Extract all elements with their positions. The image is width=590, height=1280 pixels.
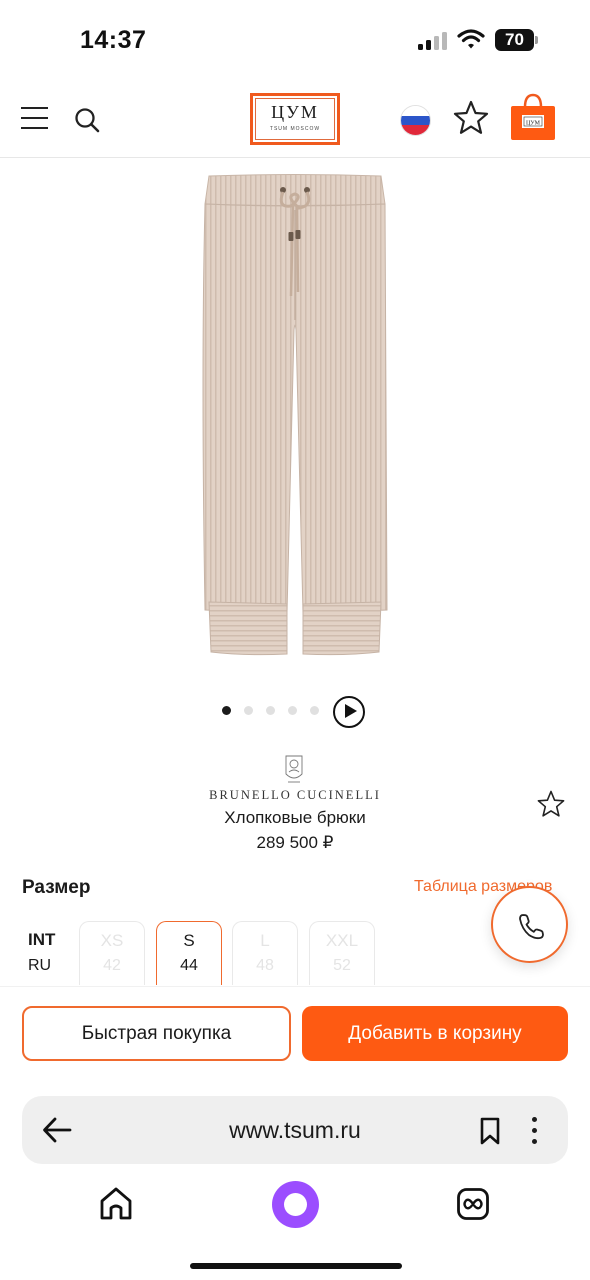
size-ru-value: 48: [256, 957, 274, 974]
battery-level: 70: [495, 29, 534, 51]
product-image[interactable]: [195, 170, 395, 660]
gallery-dot[interactable]: [244, 706, 253, 715]
brand-emblem-icon: [285, 755, 303, 783]
logo-text: ЦУМ: [271, 102, 319, 122]
status-time: 14:37: [80, 26, 147, 54]
size-label-ru: RU: [28, 957, 52, 974]
shopping-bag-icon[interactable]: ЦУМ: [509, 91, 557, 141]
russia-flag-icon[interactable]: [401, 106, 430, 135]
home-indicator: [190, 1263, 402, 1269]
favorites-star-icon[interactable]: [452, 99, 490, 137]
status-bar: 14:37 70: [0, 0, 590, 80]
size-section-title: Размер: [22, 877, 91, 898]
size-ru-value: 52: [333, 957, 351, 974]
size-option-l[interactable]: L 48: [232, 921, 298, 985]
bookmark-icon[interactable]: [478, 1117, 502, 1145]
logo-subtext: TSUM MOSCOW: [269, 126, 321, 132]
product-title: Хлопковые брюки: [224, 808, 366, 827]
wifi-icon: [457, 29, 485, 49]
size-ru-value: 42: [103, 957, 121, 974]
size-int-value: XXL: [325, 931, 359, 950]
call-button[interactable]: [491, 886, 568, 963]
tsum-logo[interactable]: ЦУМ TSUM MOSCOW: [250, 93, 340, 145]
size-option-xs[interactable]: XS 42: [79, 921, 145, 985]
home-icon[interactable]: [98, 1186, 134, 1222]
size-ru-value: 44: [180, 957, 198, 974]
size-int-value: L: [260, 931, 270, 950]
menu-icon[interactable]: [21, 107, 48, 129]
battery-icon: 70: [495, 29, 539, 51]
play-video-button[interactable]: [333, 696, 365, 728]
size-int-value: S: [183, 931, 195, 950]
brand-name[interactable]: BRUNELLO CUCINELLI: [0, 788, 590, 803]
quick-buy-button[interactable]: Быстрая покупка: [22, 1006, 291, 1061]
size-int-value: XS: [100, 931, 124, 950]
gallery-dot[interactable]: [266, 706, 275, 715]
alice-assistant-icon[interactable]: [272, 1181, 319, 1228]
svg-text:ЦУМ: ЦУМ: [526, 121, 541, 127]
phone-icon: [519, 914, 544, 940]
more-options-icon[interactable]: [530, 1115, 540, 1147]
add-to-cart-button[interactable]: Добавить в корзину: [302, 1006, 568, 1061]
gallery-dot[interactable]: [310, 706, 319, 715]
add-to-favorites-star-icon[interactable]: [536, 789, 566, 819]
search-icon[interactable]: [74, 107, 100, 133]
gallery-dot[interactable]: [288, 706, 297, 715]
product-price: 289 500 ₽: [256, 833, 334, 852]
size-option-s[interactable]: S 44: [156, 921, 222, 985]
gallery-dot[interactable]: [222, 706, 231, 715]
site-header: ЦУМ TSUM MOSCOW ЦУМ: [0, 80, 590, 158]
size-option-xxl[interactable]: XXL 52: [309, 921, 375, 985]
tabs-icon[interactable]: [456, 1187, 490, 1221]
cellular-signal-icon: [418, 32, 450, 50]
size-label-int: INT: [28, 930, 56, 949]
